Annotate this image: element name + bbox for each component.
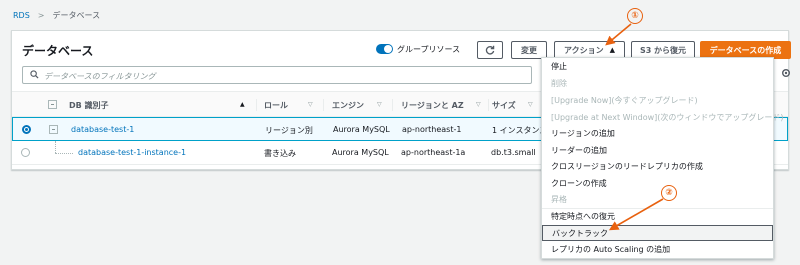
region-cell: ap-northeast-1a [401,148,466,157]
sort-icon[interactable]: ▽ [308,101,313,108]
region-cell: ap-northeast-1 [402,125,462,134]
search-input[interactable]: データベースのフィルタリング [22,66,532,84]
role-cell: リージョン別 [265,126,313,135]
col-region-az[interactable]: リージョンと AZ [401,100,464,111]
group-resources-label: グループリソース [397,45,461,54]
menu-item-backtrack[interactable]: バックトラック [542,225,773,241]
search-icon [30,70,39,79]
row-select-radio[interactable] [21,148,30,157]
sort-icon[interactable]: ▽ [476,101,481,108]
collapse-icon[interactable] [49,125,58,134]
column-divider [488,99,489,111]
sort-icon[interactable]: ▽ [528,101,533,108]
engine-cell: Aurora MySQL [332,148,389,157]
db-identifier-link[interactable]: database-test-1-instance-1 [78,148,186,157]
menu-item-upgrade-next-window: [Upgrade at Next Window](次のウィンドウでアップグレード… [551,113,784,122]
breadcrumb-current: データベース [52,11,101,20]
annotation-marker-1: ① [627,8,643,24]
search-placeholder: データベースのフィルタリング [44,72,156,81]
breadcrumb-separator: > [37,11,45,20]
size-cell: db.t3.small [491,148,536,157]
gear-icon[interactable] [781,68,791,78]
menu-item-add-region[interactable]: リージョンの追加 [542,126,773,142]
column-divider [323,99,324,111]
row-select-radio[interactable] [22,125,31,134]
toggle-knob [384,45,392,53]
menu-item-stop[interactable]: 停止 [542,59,773,75]
group-resources-toggle[interactable] [376,44,393,54]
sort-icon[interactable]: ▽ [377,101,382,108]
menu-item-add-reader[interactable]: リーダーの追加 [542,143,773,159]
menu-item-promote: 昇格 [551,195,567,204]
column-divider [256,99,257,111]
menu-item-cross-region-replica[interactable]: クロスリージョンのリードレプリカの作成 [542,159,773,175]
column-divider [392,99,393,111]
refresh-button[interactable] [477,41,503,59]
col-size[interactable]: サイズ [492,100,516,111]
actions-button-label: アクション [564,45,604,55]
size-cell: 1 インスタンス [492,126,548,135]
breadcrumb: RDS > データベース [13,10,100,21]
engine-cell: Aurora MySQL [333,125,390,134]
refresh-icon [485,45,495,55]
role-cell: 書き込み [264,149,296,158]
menu-item-upgrade-now: [Upgrade Now](今すぐアップグレード) [551,96,698,105]
col-db-identifier[interactable]: DB 識別子 [69,100,109,111]
menu-item-delete: 削除 [551,79,567,88]
expand-all-icon[interactable] [48,100,57,109]
menu-item-create-clone[interactable]: クローンの作成 [542,176,773,192]
menu-item-point-in-time-restore[interactable]: 特定時点への復元 [542,209,773,225]
col-engine[interactable]: エンジン [332,100,364,111]
db-identifier-link[interactable]: database-test-1 [71,125,134,134]
actions-dropdown-menu: 停止 削除 [Upgrade Now](今すぐアップグレード) [Upgrade… [541,57,784,259]
col-role[interactable]: ロール [264,100,288,111]
annotation-marker-2: ② [661,185,677,201]
tree-connector [55,141,56,153]
caret-up-icon: ▲ [609,46,615,54]
breadcrumb-rds-link[interactable]: RDS [13,11,30,20]
sort-asc-icon[interactable]: ▲ [240,101,245,108]
menu-item-replica-auto-scaling[interactable]: レプリカの Auto Scaling の追加 [542,242,773,258]
page-title: データベース [22,44,94,58]
tree-connector [55,153,73,154]
